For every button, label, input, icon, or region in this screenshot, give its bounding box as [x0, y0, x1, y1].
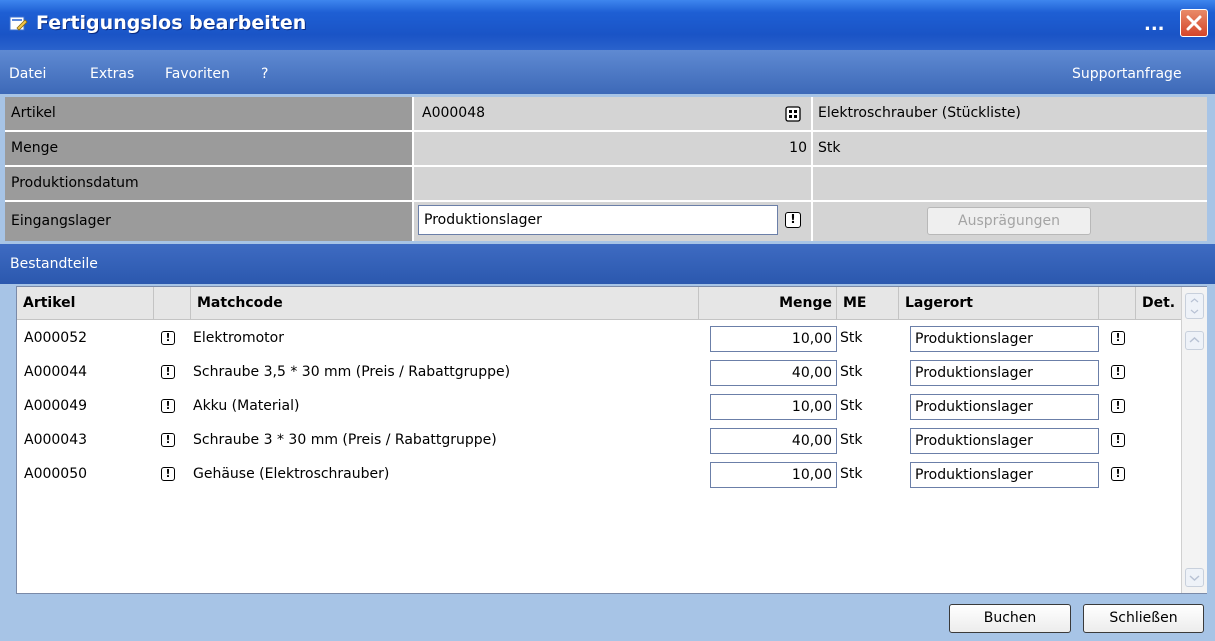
row-matchcode: Schraube 3 * 30 mm (Preis / Rabattgruppe…	[193, 432, 497, 448]
row-lagerort-lookup-icon[interactable]: !	[1111, 331, 1125, 345]
bestandteile-section-bar: Bestandteile	[0, 244, 1215, 284]
menu-bar: Datei Extras Favoriten ? Supportanfrage	[0, 50, 1215, 94]
window-app-icon	[8, 14, 28, 34]
artikel-lookup-icon[interactable]	[785, 106, 801, 122]
col-lagerort[interactable]: Lagerort	[899, 287, 1099, 319]
row-menge-input[interactable]: 10,00	[710, 394, 837, 420]
row-info-icon[interactable]: !	[161, 467, 175, 481]
table-row[interactable]: A000049 ! Akku (Material) 10,00 Stk Prod…	[17, 389, 1181, 423]
row-matchcode: Schraube 3,5 * 30 mm (Preis / Rabattgrup…	[193, 364, 511, 380]
produktionsdatum-row: Produktionsdatum	[5, 167, 1207, 201]
row-matchcode: Akku (Material)	[193, 398, 300, 414]
row-info-icon[interactable]: !	[161, 433, 175, 447]
row-matchcode: Elektromotor	[193, 330, 284, 346]
row-artikel: A000044	[24, 364, 88, 380]
col-me[interactable]: ME	[837, 287, 899, 319]
row-lagerort-input[interactable]: Produktionslager	[910, 428, 1099, 454]
row-info-icon[interactable]: !	[161, 331, 175, 345]
menge-row: Menge 10 Stk	[5, 132, 1207, 166]
col-det[interactable]: Det.	[1136, 287, 1181, 319]
close-button[interactable]	[1180, 9, 1208, 37]
produktionsdatum-extra	[813, 167, 1207, 200]
table-header: Artikel Matchcode Menge ME Lagerort Det.	[17, 287, 1181, 320]
row-info-icon[interactable]: !	[161, 365, 175, 379]
auspraegungen-button[interactable]: Ausprägungen	[927, 207, 1091, 235]
scroll-header-button[interactable]	[1185, 293, 1204, 319]
artikel-label: Artikel	[5, 97, 412, 130]
row-artikel: A000043	[24, 432, 88, 448]
menge-label: Menge	[5, 132, 412, 165]
row-me: Stk	[840, 330, 863, 346]
row-menge-input[interactable]: 10,00	[710, 326, 837, 352]
produktionsdatum-value	[414, 167, 811, 200]
row-lagerort-lookup-icon[interactable]: !	[1111, 467, 1125, 481]
title-bar[interactable]: Fertigungslos bearbeiten ...	[0, 0, 1215, 50]
scroll-up-button[interactable]	[1185, 331, 1204, 350]
row-matchcode: Gehäuse (Elektroschrauber)	[193, 466, 390, 482]
chevron-down-icon	[1189, 575, 1200, 582]
row-lagerort-input[interactable]: Produktionslager	[910, 360, 1099, 386]
sort-icon	[1190, 298, 1199, 314]
row-lagerort-lookup-icon[interactable]: !	[1111, 399, 1125, 413]
row-lagerort-lookup-icon[interactable]: !	[1111, 433, 1125, 447]
row-artikel: A000052	[24, 330, 88, 346]
row-lagerort-input[interactable]: Produktionslager	[910, 394, 1099, 420]
row-menge-input[interactable]: 40,00	[710, 360, 837, 386]
eingangslager-input[interactable]: Produktionslager	[418, 205, 778, 235]
col-icon[interactable]	[154, 287, 191, 319]
menu-favoriten[interactable]: Favoriten	[165, 66, 230, 82]
col-artikel[interactable]: Artikel	[17, 287, 154, 319]
table-row[interactable]: A000043 ! Schraube 3 * 30 mm (Preis / Ra…	[17, 423, 1181, 457]
artikel-row: Artikel A000048 Elektroschrauber (Stückl…	[5, 97, 1207, 131]
table-row[interactable]: A000052 ! Elektromotor 10,00 Stk Produkt…	[17, 321, 1181, 355]
row-me: Stk	[840, 398, 863, 414]
chevron-up-icon	[1189, 336, 1200, 343]
table-row[interactable]: A000044 ! Schraube 3,5 * 30 mm (Preis / …	[17, 355, 1181, 389]
close-icon	[1186, 15, 1202, 31]
row-me: Stk	[840, 466, 863, 482]
scroll-down-button[interactable]	[1185, 568, 1204, 587]
artikel-description: Elektroschrauber (Stückliste)	[813, 97, 1207, 130]
row-lagerort-input[interactable]: Produktionslager	[910, 462, 1099, 488]
produktionsdatum-label: Produktionsdatum	[5, 167, 412, 200]
row-artikel: A000049	[24, 398, 88, 414]
schliessen-button[interactable]: Schließen	[1083, 604, 1204, 633]
window-title: Fertigungslos bearbeiten	[36, 12, 307, 34]
col-menge[interactable]: Menge	[699, 287, 837, 319]
col-lagerort-icon[interactable]	[1099, 287, 1136, 319]
table-row[interactable]: A000050 ! Gehäuse (Elektroschrauber) 10,…	[17, 457, 1181, 491]
row-lagerort-lookup-icon[interactable]: !	[1111, 365, 1125, 379]
section-title: Bestandteile	[10, 256, 98, 272]
table-scrollbar[interactable]	[1181, 287, 1207, 593]
buchen-button[interactable]: Buchen	[949, 604, 1071, 633]
row-lagerort-input[interactable]: Produktionslager	[910, 326, 1099, 352]
row-artikel: A000050	[24, 466, 88, 482]
eingangslager-label: Eingangslager	[5, 202, 412, 241]
row-me: Stk	[840, 432, 863, 448]
support-request-link[interactable]: Supportanfrage	[1072, 66, 1182, 82]
row-menge-input[interactable]: 40,00	[710, 428, 837, 454]
menge-value: 10	[414, 132, 811, 165]
eingangslager-lookup-icon[interactable]: !	[785, 212, 801, 228]
app-window: Fertigungslos bearbeiten ... Datei Extra…	[0, 0, 1215, 641]
col-matchcode[interactable]: Matchcode	[191, 287, 699, 319]
menge-unit: Stk	[813, 132, 1207, 165]
title-more-button[interactable]: ...	[1144, 14, 1165, 35]
row-info-icon[interactable]: !	[161, 399, 175, 413]
row-menge-input[interactable]: 10,00	[710, 462, 837, 488]
bestandteile-table: Artikel Matchcode Menge ME Lagerort Det.…	[16, 286, 1207, 594]
artikel-value: A000048	[414, 97, 811, 130]
menu-extras[interactable]: Extras	[90, 66, 134, 82]
menu-datei[interactable]: Datei	[9, 66, 46, 82]
menu-help[interactable]: ?	[261, 66, 268, 82]
artikel-value-text: A000048	[422, 105, 486, 121]
row-me: Stk	[840, 364, 863, 380]
